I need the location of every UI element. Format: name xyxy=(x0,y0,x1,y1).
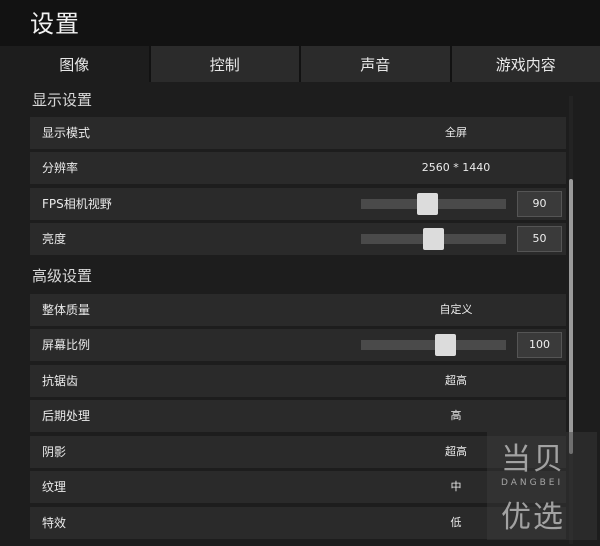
fps-fov-slider-thumb[interactable] xyxy=(417,193,438,215)
window-title: 设置 xyxy=(30,10,80,38)
scrollbar-thumb[interactable] xyxy=(569,179,573,454)
overall-quality-label: 整体质量 xyxy=(42,303,91,317)
row-fps-fov: FPS相机视野 90 xyxy=(30,188,566,220)
tab-sound[interactable]: 声音 xyxy=(301,46,450,82)
resolution-value[interactable]: 2560 * 1440 xyxy=(360,152,552,184)
watermark-top-text: 当贝 xyxy=(501,442,565,477)
row-display-mode[interactable]: 显示模式 全屏 xyxy=(30,117,566,149)
section-advanced-heading: 高级设置 xyxy=(32,267,93,285)
watermark-bottom-text: 优选 xyxy=(501,500,565,535)
overall-quality-value[interactable]: 自定义 xyxy=(360,294,552,326)
row-textures[interactable]: 纹理 中 xyxy=(30,471,566,503)
tab-gameplay[interactable]: 游戏内容 xyxy=(451,46,600,82)
tab-bar: 图像 控制 声音 游戏内容 xyxy=(0,46,600,82)
screen-scale-label: 屏幕比例 xyxy=(42,338,91,352)
textures-label: 纹理 xyxy=(42,480,67,494)
row-overall-quality[interactable]: 整体质量 自定义 xyxy=(30,294,566,326)
row-anti-aliasing[interactable]: 抗锯齿 超高 xyxy=(30,365,566,397)
resolution-label: 分辨率 xyxy=(42,161,79,175)
brightness-slider[interactable] xyxy=(361,228,506,250)
row-brightness: 亮度 50 xyxy=(30,223,566,255)
fps-fov-value-box[interactable]: 90 xyxy=(517,191,562,217)
brightness-label: 亮度 xyxy=(42,232,67,246)
effects-label: 特效 xyxy=(42,516,67,530)
shadows-label: 阴影 xyxy=(42,445,67,459)
brightness-value-box[interactable]: 50 xyxy=(517,226,562,252)
row-post-processing[interactable]: 后期处理 高 xyxy=(30,400,566,432)
post-processing-label: 后期处理 xyxy=(42,409,91,423)
row-screen-scale: 屏幕比例 100 xyxy=(30,329,566,361)
row-effects[interactable]: 特效 低 xyxy=(30,507,566,539)
watermark-middle-text: DANGBEI xyxy=(501,478,564,488)
post-processing-value[interactable]: 高 xyxy=(360,400,552,432)
title-bar: 设置 xyxy=(0,0,600,46)
screen-scale-slider-thumb[interactable] xyxy=(435,334,456,356)
screen-scale-value-box[interactable]: 100 xyxy=(517,332,562,358)
anti-aliasing-value[interactable]: 超高 xyxy=(360,365,552,397)
anti-aliasing-label: 抗锯齿 xyxy=(42,374,79,388)
brightness-slider-thumb[interactable] xyxy=(423,228,444,250)
watermark-logo: 当贝 DANGBEI 优选 xyxy=(487,432,597,540)
section-display-heading: 显示设置 xyxy=(32,91,93,109)
tab-controls[interactable]: 控制 xyxy=(150,46,299,82)
screen-scale-slider[interactable] xyxy=(361,334,506,356)
row-shadows[interactable]: 阴影 超高 xyxy=(30,436,566,468)
tab-graphics[interactable]: 图像 xyxy=(0,46,149,82)
row-resolution[interactable]: 分辨率 2560 * 1440 xyxy=(30,152,566,184)
fps-fov-label: FPS相机视野 xyxy=(42,197,112,211)
display-mode-value[interactable]: 全屏 xyxy=(360,117,552,149)
fps-fov-slider[interactable] xyxy=(361,193,506,215)
display-mode-label: 显示模式 xyxy=(42,126,91,140)
